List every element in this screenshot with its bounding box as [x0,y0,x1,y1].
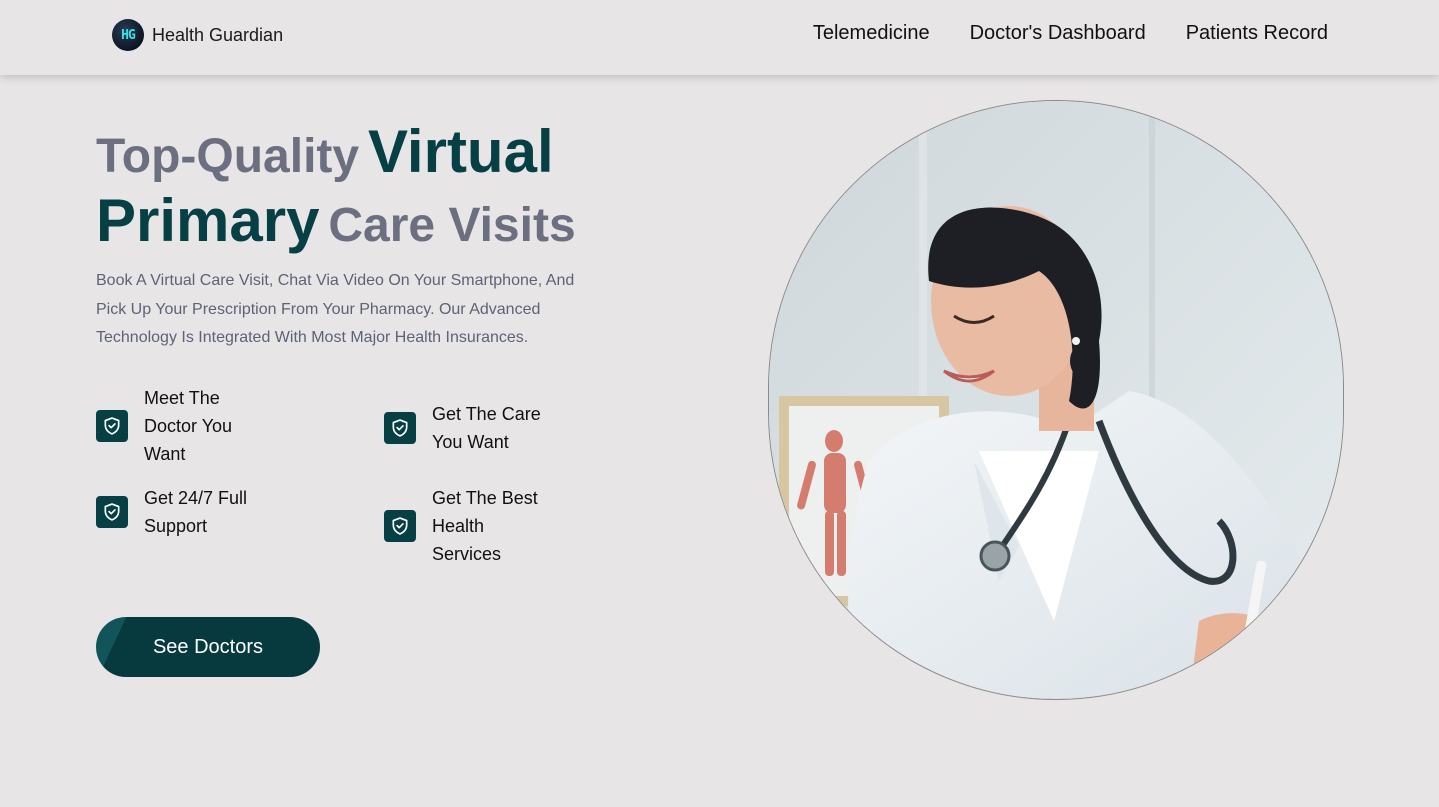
brand[interactable]: HG Health Guardian [112,19,283,51]
feature-item: Get 24/7 Full Support [96,484,269,540]
brand-name[interactable]: Health Guardian [152,25,283,46]
feature-item: Get The Care You Want [384,400,552,456]
doctor-illustration [769,101,1343,699]
doctor-photo [768,100,1344,700]
feature-text: Get The Best Health Services [432,488,538,564]
shield-check-icon [96,410,128,442]
hero-description: Book A Virtual Care Visit, Chat Via Vide… [96,272,575,346]
nav-links: Telemedicine Doctor's Dashboard Patients… [813,22,1328,45]
shield-check-icon [96,496,128,528]
nav-link-doctors-dashboard[interactable]: Doctor's Dashboard [970,22,1146,45]
shield-check-icon [384,412,416,444]
headline-part-2: Virtual [367,118,554,185]
see-doctors-button[interactable]: See Doctors [96,617,320,677]
headline-part-4: Care Visits [328,199,576,252]
nav-link-patients-record[interactable]: Patients Record [1186,22,1328,45]
shield-check-icon [384,510,416,542]
nav-link-telemedicine[interactable]: Telemedicine [813,22,930,45]
hero-headline: Top-Quality Virtual Primary Care Visits [96,122,616,260]
navbar: HG Health Guardian Telemedicine Doctor's… [0,0,1439,75]
headline-part-1: Top-Quality [96,130,360,183]
feature-text: Get 24/7 Full Support [144,488,248,536]
feature-item: Get The Best Health Services [384,484,552,568]
feature-text: Meet The Doctor You Want [144,388,233,464]
feature-item: Meet The Doctor You Want [96,384,254,468]
headline-part-3: Primary [96,187,320,254]
brand-logo[interactable]: HG [112,19,144,51]
feature-text: Get The Care You Want [432,404,541,452]
